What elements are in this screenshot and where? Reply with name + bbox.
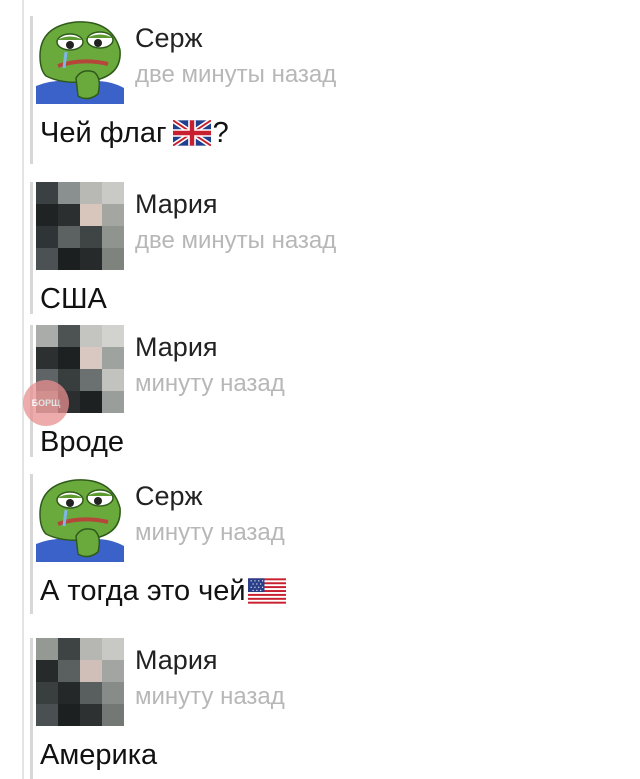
author-name[interactable]: Серж [135, 22, 203, 54]
comment-text: А тогда это чей [40, 574, 288, 608]
comment-item: Мария минуту назад Америка [30, 638, 630, 779]
comment-rule [30, 474, 33, 614]
comment-item: Серж минуту назад А тогда это чей [30, 474, 630, 614]
comment-rule [30, 182, 33, 314]
comment-rule [30, 638, 33, 779]
comment-feed: Серж две минуты назад Чей флаг ? Мария д… [0, 0, 640, 779]
comment-item: Серж две минуты назад Чей флаг ? [30, 16, 630, 164]
us-flag-icon [247, 578, 286, 604]
pixelated-avatar[interactable] [36, 638, 124, 726]
thread-divider [22, 0, 24, 779]
comment-body: А тогда это чей [40, 575, 246, 607]
pixelated-avatar[interactable] [36, 182, 124, 270]
comment-body: Чей флаг [40, 117, 167, 149]
comment-text: США [40, 282, 107, 316]
timestamp: две минуты назад [135, 227, 337, 254]
comment-text: Америка [40, 738, 157, 772]
pepe-frog-icon[interactable] [36, 16, 124, 104]
author-name[interactable]: Мария [135, 331, 218, 363]
comment-rule [30, 16, 33, 164]
comment-item: Мария две минуты назад США [30, 182, 630, 316]
watermark-logo: БОРЩ [23, 380, 69, 426]
author-name[interactable]: Серж [135, 480, 203, 512]
timestamp: две минуты назад [135, 61, 337, 88]
uk-flag-icon [172, 120, 211, 146]
comment-body: Вроде [40, 426, 125, 458]
comment-item: Мария минуту назад Вроде [30, 325, 630, 459]
author-name[interactable]: Мария [135, 188, 218, 220]
timestamp: минуту назад [135, 683, 285, 710]
timestamp: минуту назад [135, 519, 285, 546]
author-name[interactable]: Мария [135, 644, 218, 676]
timestamp: минуту назад [135, 370, 285, 397]
comment-suffix: ? [212, 117, 229, 149]
comment-body: США [40, 283, 107, 315]
pepe-frog-icon[interactable] [36, 474, 124, 562]
comment-body: Америка [40, 739, 158, 771]
comment-text: Чей флаг ? [40, 116, 229, 150]
comment-text: Вроде [40, 425, 124, 459]
